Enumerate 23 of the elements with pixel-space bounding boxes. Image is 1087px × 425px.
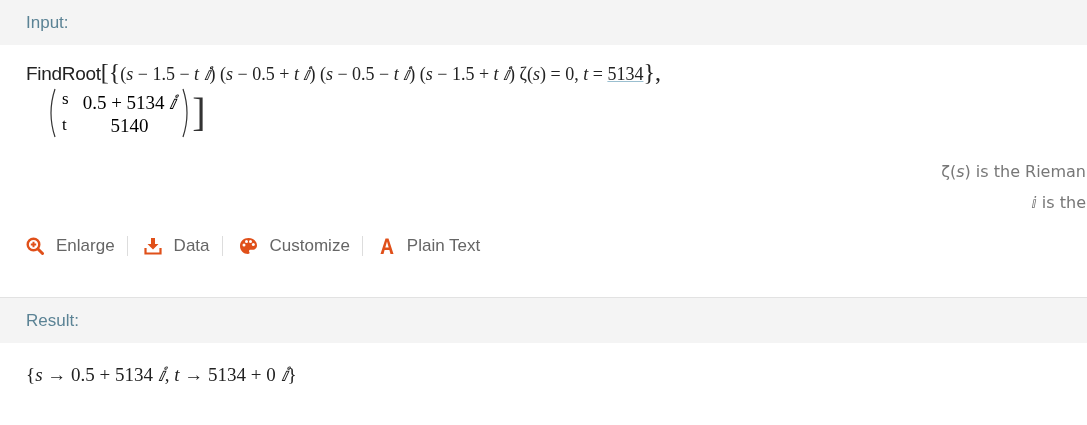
toolbar-button[interactable]: Customize [238, 236, 362, 256]
toolbar-button[interactable]: Enlarge [26, 236, 127, 256]
variable-text: t [62, 115, 68, 136]
bracket-text: }, [643, 59, 661, 86]
value-text: 0.5 + 5134 ⅈ [82, 91, 177, 115]
variable-text: s [62, 89, 69, 110]
result-text: {s → 0.5 + 5134 ⅈ, t → 5134 + 0 ⅈ} [26, 364, 297, 385]
note-text: ⅈ is the [1031, 193, 1086, 212]
number-link[interactable]: 5134 [607, 64, 644, 85]
section-label: Input: [26, 12, 69, 33]
download-icon [143, 237, 162, 255]
letter-a-icon [378, 237, 395, 255]
toolbar-button[interactable]: Plain Text [378, 236, 493, 256]
function-name: FindRoot [26, 63, 101, 85]
toolbar-button[interactable]: Data [143, 236, 222, 256]
palette-icon [238, 237, 258, 255]
bracket-text: ] [192, 93, 206, 133]
value-text: 5140 [109, 115, 150, 137]
equation-text: (s − 1.5 − t ⅈ) (s − 0.5 + t ⅈ) (s − 0.5 − t ⅈ) (s − 1.5 + t ⅈ) ζ(s) = 0, t = [120, 63, 604, 85]
bracket-text: [{ [100, 59, 121, 86]
note-text: ζ(s) is the Rieman [941, 162, 1086, 181]
section-label: Result: [26, 310, 79, 331]
zoom-in-icon [26, 237, 44, 255]
